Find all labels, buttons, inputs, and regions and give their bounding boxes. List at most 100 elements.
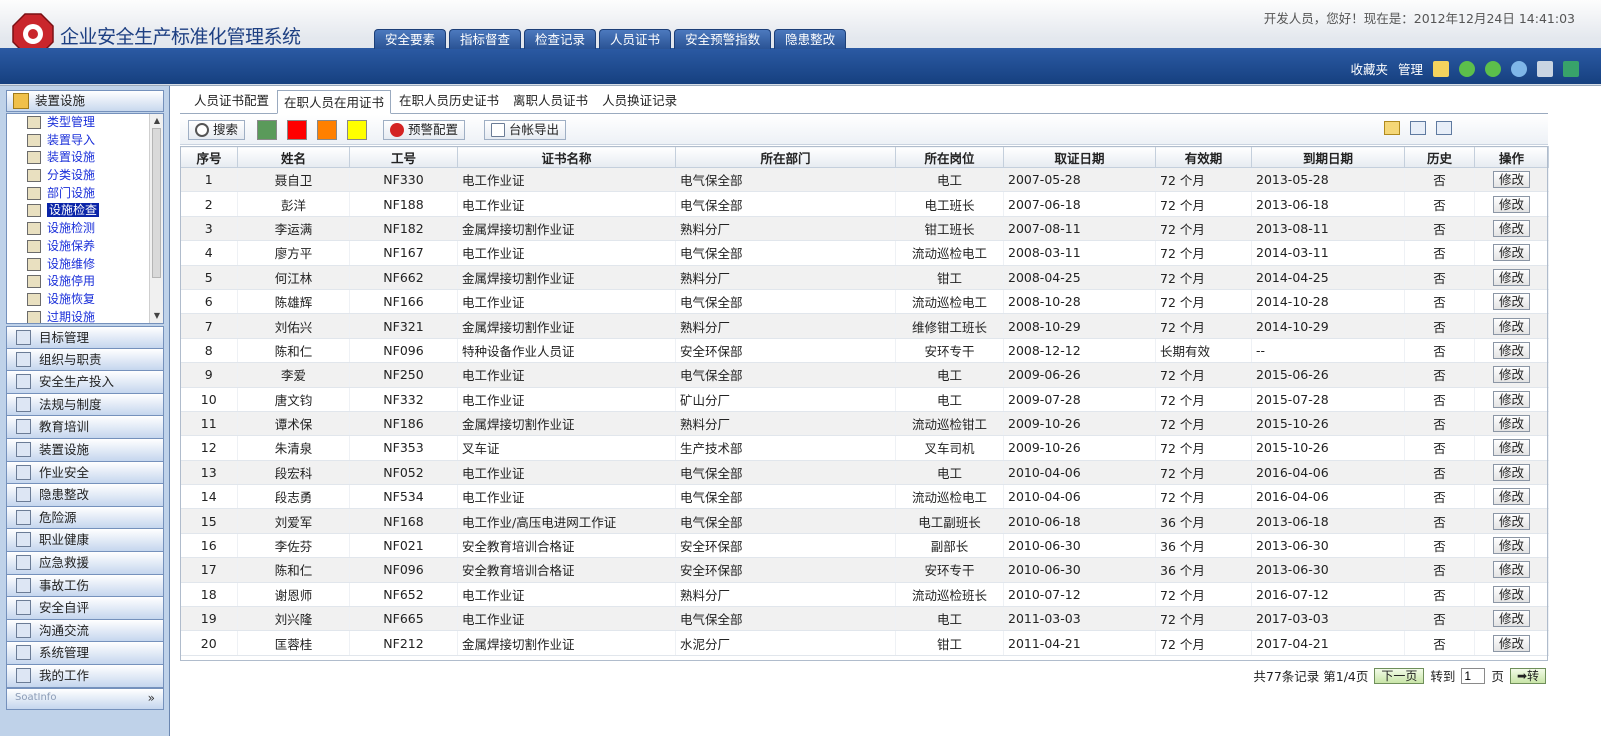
cell-name-link[interactable]: 陈和仁 xyxy=(237,557,350,583)
edit-button[interactable]: 修改 xyxy=(1492,390,1530,408)
submenu-item-department-facilities[interactable]: 部门设施 xyxy=(7,185,163,203)
sidebar-item-emergency-rescue[interactable]: 应急救援 xyxy=(6,551,164,575)
edit-button[interactable]: 修改 xyxy=(1492,512,1530,530)
edit-button[interactable]: 修改 xyxy=(1492,195,1530,213)
submenu-scrollbar[interactable]: ▲ ▼ xyxy=(149,114,163,323)
edit-button[interactable]: 修改 xyxy=(1492,488,1530,506)
edit-button[interactable]: 修改 xyxy=(1492,317,1530,335)
cell-name-link[interactable]: 李佐芬 xyxy=(237,533,350,559)
excel-icon[interactable] xyxy=(1410,121,1426,135)
export-ledger-button[interactable]: 台帐导出 xyxy=(484,120,567,140)
tab-active-certificates[interactable]: 在职人员在用证书 xyxy=(277,90,392,114)
sidebar-item-communication[interactable]: 沟通交流 xyxy=(6,619,164,643)
cell-name-link[interactable]: 朱清泉 xyxy=(237,435,350,461)
tab-certificate-config[interactable]: 人员证书配置 xyxy=(188,89,275,113)
cell-name-link[interactable]: 段宏科 xyxy=(237,460,350,486)
sidebar-item-goal-management[interactable]: 目标管理 xyxy=(6,326,164,349)
scroll-down-icon[interactable]: ▼ xyxy=(152,311,162,321)
sidebar-item-regulations[interactable]: 法规与制度 xyxy=(6,393,164,417)
edit-button[interactable]: 修改 xyxy=(1492,537,1530,555)
sidebar-item-hazard-sources[interactable]: 危险源 xyxy=(6,506,164,530)
home-icon[interactable] xyxy=(1433,60,1449,77)
edit-button[interactable]: 修改 xyxy=(1492,341,1530,359)
edit-button[interactable]: 修改 xyxy=(1492,171,1530,189)
logout-icon[interactable] xyxy=(1563,60,1579,77)
cell-name-link[interactable]: 李爱 xyxy=(237,362,350,388)
filter-green-swatch[interactable] xyxy=(257,120,277,140)
favorites-link[interactable]: 收藏夹 xyxy=(1350,59,1388,78)
cell-name-link[interactable]: 陈雄辉 xyxy=(237,289,350,315)
edit-button[interactable]: 修改 xyxy=(1492,610,1530,628)
tab-history-certificates[interactable]: 在职人员历史证书 xyxy=(393,89,505,113)
folder-icon[interactable] xyxy=(1384,121,1400,135)
nav-tab-indicator-supervision[interactable]: 指标督查 xyxy=(449,29,522,49)
submenu-item-facility-testing[interactable]: 设施检测 xyxy=(7,220,163,238)
sidebar-item-accidents[interactable]: 事故工伤 xyxy=(6,574,164,598)
submenu-item-type-management[interactable]: 类型管理 xyxy=(7,114,163,132)
next-page-button[interactable]: 下一页 xyxy=(1374,667,1425,684)
filter-orange-swatch[interactable] xyxy=(317,120,337,140)
edit-button[interactable]: 修改 xyxy=(1492,293,1530,311)
sidebar-item-occupational-health[interactable]: 职业健康 xyxy=(6,529,164,552)
goto-page-input[interactable] xyxy=(1461,667,1486,684)
cell-name-link[interactable]: 匡蓉桂 xyxy=(237,630,350,656)
nav-tab-inspection-records[interactable]: 检查记录 xyxy=(524,29,597,49)
cell-name-link[interactable]: 何江林 xyxy=(237,265,350,290)
tab-renewal-records[interactable]: 人员换证记录 xyxy=(596,89,683,113)
edit-button[interactable]: 修改 xyxy=(1492,415,1530,433)
submenu-item-device-import[interactable]: 装置导入 xyxy=(7,132,163,150)
filter-red-swatch[interactable] xyxy=(287,120,307,140)
edit-button[interactable]: 修改 xyxy=(1492,366,1530,384)
cell-name-link[interactable]: 刘佑兴 xyxy=(237,313,350,339)
manage-link[interactable]: 管理 xyxy=(1398,59,1423,78)
edit-button[interactable]: 修改 xyxy=(1492,219,1530,237)
nav-tab-hazard-rectification[interactable]: 隐患整改 xyxy=(774,29,847,49)
sidebar-item-self-evaluation[interactable]: 安全自评 xyxy=(6,597,164,620)
sidebar-open-group[interactable]: 装置设施 xyxy=(6,90,164,112)
edit-button[interactable]: 修改 xyxy=(1492,463,1530,481)
submenu-item-facilities[interactable]: 装置设施 xyxy=(7,149,163,167)
image-icon[interactable] xyxy=(1436,121,1452,135)
filter-yellow-swatch[interactable] xyxy=(347,120,367,140)
edit-button[interactable]: 修改 xyxy=(1492,244,1530,262)
cell-name-link[interactable]: 段志勇 xyxy=(237,484,350,510)
submenu-item-expired-facilities[interactable]: 过期设施 xyxy=(7,309,163,323)
search-button[interactable]: 搜索 xyxy=(188,120,246,140)
edit-button[interactable]: 修改 xyxy=(1492,439,1530,457)
cell-name-link[interactable]: 彭洋 xyxy=(237,191,350,217)
sidebar-item-system-management[interactable]: 系统管理 xyxy=(6,642,164,665)
warning-config-button[interactable]: 预警配置 xyxy=(383,120,466,140)
tab-resigned-certificates[interactable]: 离职人员证书 xyxy=(507,89,594,113)
submenu-item-facility-suspension[interactable]: 设施停用 xyxy=(7,273,163,291)
sidebar-item-work-safety[interactable]: 作业安全 xyxy=(6,461,164,485)
submenu-item-category-facilities[interactable]: 分类设施 xyxy=(7,167,163,185)
sidebar-item-safety-investment[interactable]: 安全生产投入 xyxy=(6,371,164,394)
sidebar-item-my-work[interactable]: 我的工作 xyxy=(6,664,164,688)
submenu-item-facility-inspection[interactable]: 设施检查 xyxy=(7,202,163,220)
edit-button[interactable]: 修改 xyxy=(1492,585,1530,603)
sidebar-item-facilities[interactable]: 装置设施 xyxy=(6,438,164,462)
edit-button[interactable]: 修改 xyxy=(1492,561,1530,579)
scroll-thumb[interactable] xyxy=(152,128,161,278)
scroll-up-icon[interactable]: ▲ xyxy=(152,116,162,126)
cell-name-link[interactable]: 刘爱军 xyxy=(237,508,350,534)
nav-tab-safety-elements[interactable]: 安全要素 xyxy=(374,29,447,49)
refresh-icon[interactable] xyxy=(1511,60,1527,77)
nav-tab-warning-index[interactable]: 安全预警指数 xyxy=(674,29,772,49)
sidebar-item-organization[interactable]: 组织与职责 xyxy=(6,348,164,372)
submenu-item-facility-maintenance[interactable]: 设施保养 xyxy=(7,238,163,256)
cell-name-link[interactable]: 刘兴隆 xyxy=(237,606,350,632)
submenu-item-facility-repair[interactable]: 设施维修 xyxy=(7,256,163,274)
collapse-chevron-icon[interactable]: » xyxy=(148,691,155,705)
cell-name-link[interactable]: 廖方平 xyxy=(237,240,350,266)
edit-button[interactable]: 修改 xyxy=(1492,634,1530,652)
cell-name-link[interactable]: 谭术保 xyxy=(237,411,350,437)
cell-name-link[interactable]: 李运满 xyxy=(237,216,350,242)
cell-name-link[interactable]: 聂自卫 xyxy=(237,167,350,193)
cell-name-link[interactable]: 唐文钧 xyxy=(237,387,350,412)
nav-tab-personnel-certificates[interactable]: 人员证书 xyxy=(599,29,672,49)
back-icon[interactable] xyxy=(1459,60,1475,77)
edit-button[interactable]: 修改 xyxy=(1492,268,1530,286)
tools-icon[interactable] xyxy=(1537,60,1553,77)
goto-button[interactable]: ➡转 xyxy=(1509,667,1546,684)
